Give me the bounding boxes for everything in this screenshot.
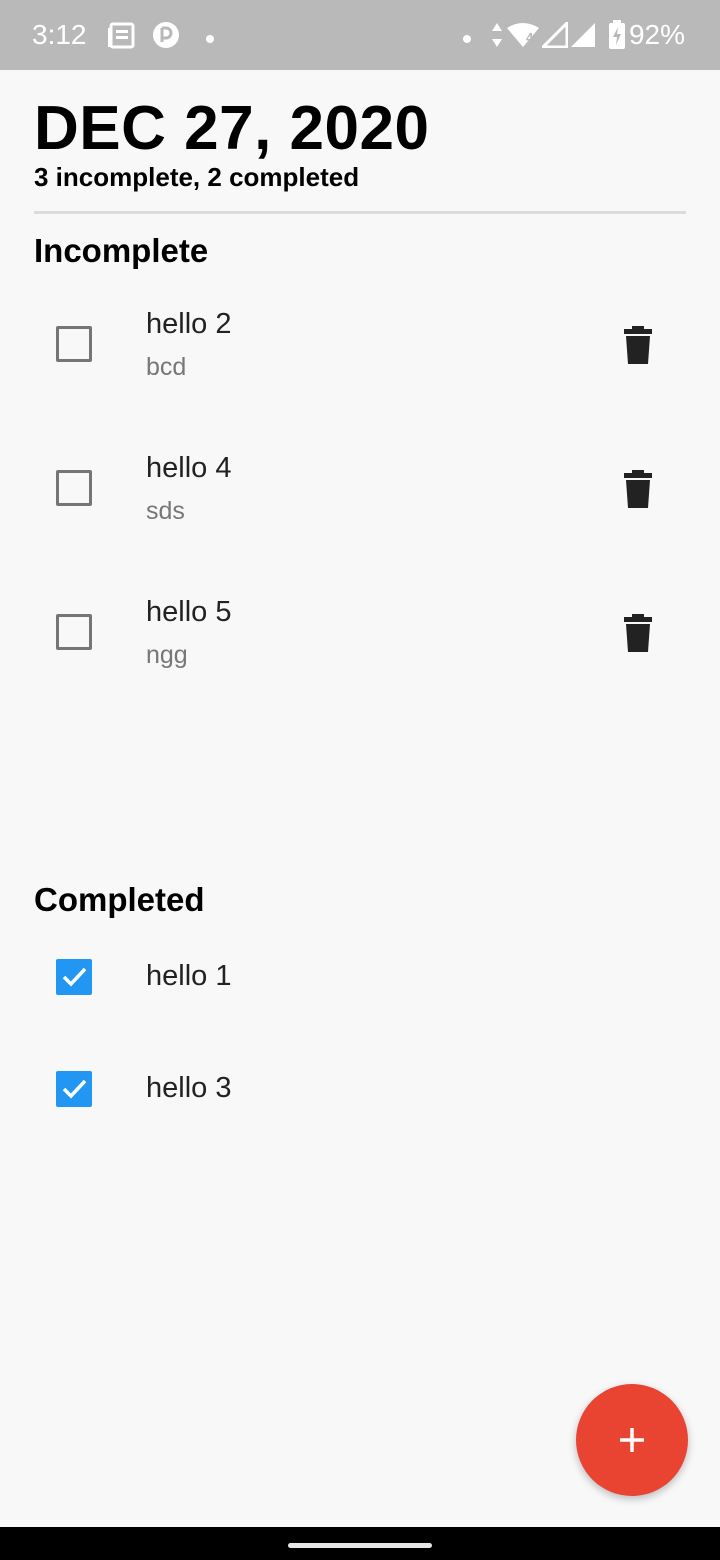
task-checkbox[interactable] <box>56 470 92 506</box>
list-item[interactable]: hello 1 <box>0 940 720 1020</box>
add-task-button[interactable] <box>576 1384 688 1496</box>
navigation-bar <box>0 1527 720 1560</box>
task-title: hello 4 <box>146 452 232 484</box>
list-item[interactable]: hello 2 bcd <box>0 290 720 400</box>
data-arrows-icon <box>490 22 504 53</box>
battery-charging-icon <box>608 20 626 55</box>
battery-percent: 92% <box>628 19 685 50</box>
delete-icon[interactable] <box>622 614 654 657</box>
task-summary: 3 incomplete, 2 completed <box>34 162 360 192</box>
network-label: 4 <box>526 30 534 45</box>
task-checkbox-checked[interactable] <box>56 959 92 995</box>
list-item[interactable]: hello 5 ngg <box>0 578 720 688</box>
signal-icon <box>570 22 596 53</box>
task-title: hello 5 <box>146 596 232 628</box>
pocket-casts-icon <box>152 21 180 54</box>
page-header: DEC 27, 2020 3 incomplete, 2 completed <box>34 92 686 193</box>
notification-dot-icon <box>462 31 472 49</box>
notification-dot-icon <box>205 31 215 49</box>
list-item[interactable]: hello 4 sds <box>0 434 720 544</box>
task-subtitle: sds <box>146 497 185 525</box>
divider <box>34 211 686 214</box>
wifi-icon <box>506 22 540 53</box>
plus-icon <box>620 1428 644 1452</box>
task-title: hello 1 <box>146 960 232 992</box>
section-title-incomplete: Incomplete <box>34 232 209 269</box>
checkmark-icon <box>62 1079 87 1099</box>
signal-icon <box>539 19 569 53</box>
home-handle[interactable] <box>288 1543 432 1548</box>
task-subtitle: bcd <box>146 353 187 381</box>
delete-icon[interactable] <box>622 326 654 369</box>
task-checkbox[interactable] <box>56 614 92 650</box>
task-checkbox-checked[interactable] <box>56 1071 92 1107</box>
checkmark-icon <box>62 967 87 987</box>
task-subtitle: ngg <box>146 641 188 669</box>
task-checkbox[interactable] <box>56 326 92 362</box>
page-title: DEC 27, 2020 <box>34 94 430 163</box>
task-title: hello 3 <box>146 1072 232 1104</box>
status-time: 3:12 <box>32 19 87 50</box>
list-item[interactable]: hello 3 <box>0 1052 720 1132</box>
status-bar: 3:12 4 92% <box>0 0 720 70</box>
delete-icon[interactable] <box>622 470 654 513</box>
task-title: hello 2 <box>146 308 232 340</box>
news-icon <box>108 22 136 55</box>
section-title-completed: Completed <box>34 881 205 918</box>
